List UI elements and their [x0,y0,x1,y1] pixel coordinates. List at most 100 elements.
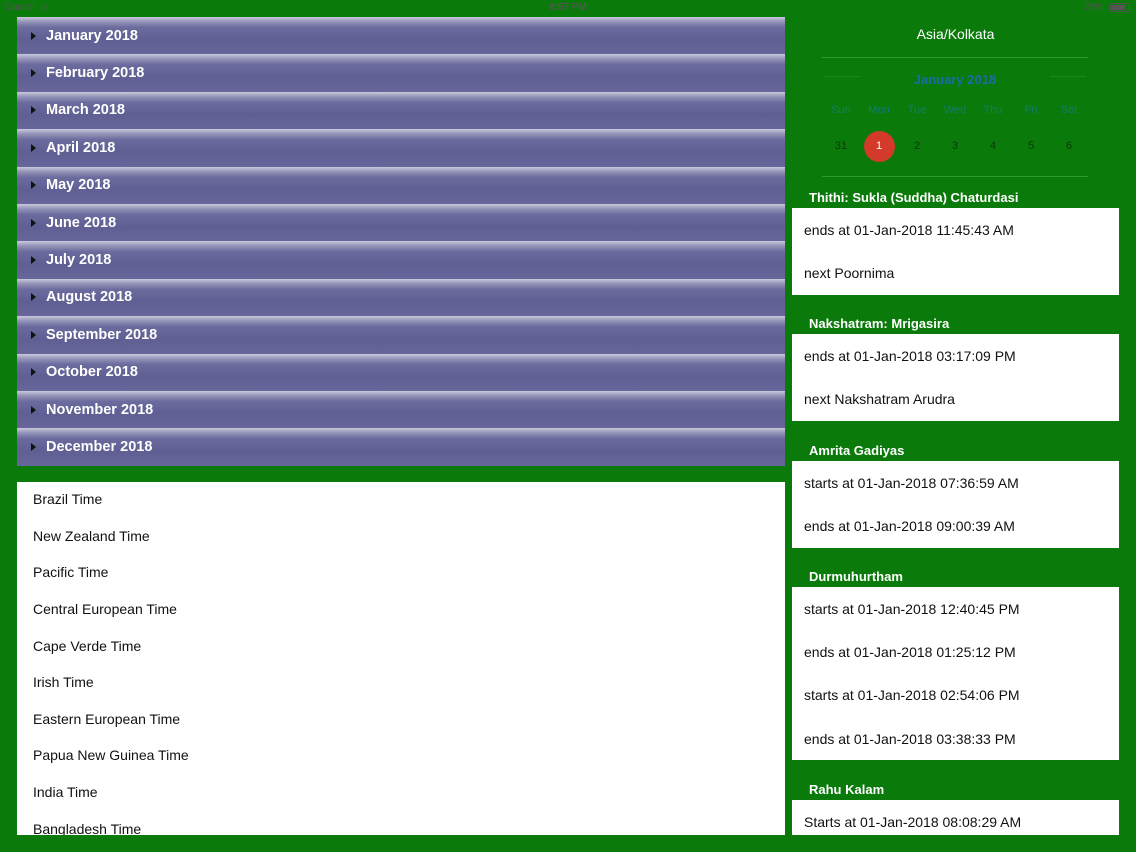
disclosure-arrow-icon [31,69,36,78]
section-title: Amrita Gadiyas [809,443,905,458]
next-month-button[interactable] [1050,76,1086,77]
weekday-label: Mon [868,104,890,116]
list-item[interactable]: Bangladesh Time [17,810,785,835]
weekday-label: Sat [1060,104,1078,116]
calendar-day[interactable]: 5 [1012,131,1050,161]
calendar-day[interactable]: 31 [822,131,860,161]
list-item[interactable]: Cape Verde Time [17,627,785,664]
timezone-title: Asia/Kolkata [916,26,995,42]
month-label: January 2018 [46,27,138,44]
battery-icon [1110,2,1130,12]
month-row-march[interactable]: March 2018 [17,91,785,130]
info-row: ends at 01-Jan-2018 03:38:33 PM [804,730,1016,747]
month-list: January 2018 February 2018 March 2018 Ap… [17,17,785,466]
durmuhurtham-section: Durmuhurtham starts at 01-Jan-2018 12:40… [792,569,1119,761]
month-row-july[interactable]: July 2018 [17,241,785,279]
month-row-september[interactable]: September 2018 [17,316,785,354]
calendar-week-row: 31 1 2 3 4 5 6 [822,131,1088,162]
calendar-day[interactable]: 2 [898,131,936,161]
amrita-gadiyas-section: Amrita Gadiyas starts at 01-Jan-2018 07:… [792,443,1119,548]
month-label: February 2018 [46,65,145,82]
rahu-kalam-section: Rahu Kalam Starts at 01-Jan-2018 08:08:2… [792,782,1119,835]
list-item[interactable]: Pacific Time [17,554,785,591]
month-row-may[interactable]: May 2018 [17,166,785,204]
section-card: starts at 01-Jan-2018 12:40:45 PM ends a… [792,587,1119,761]
month-row-april[interactable]: April 2018 [17,129,785,167]
status-bar: Carrier ◎ 9:57 PM 76% [0,0,1136,16]
month-row-february[interactable]: February 2018 [17,54,785,92]
info-row: starts at 01-Jan-2018 12:40:45 PM [804,600,1020,617]
month-row-november[interactable]: November 2018 [17,390,785,429]
section-title: Thithi: Sukla (Suddha) Chaturdasi [809,190,1019,205]
battery-indicator: 76% [1084,2,1130,13]
month-label: March 2018 [46,102,125,119]
calendar-day[interactable]: 3 [936,131,974,161]
month-label: October 2018 [46,364,138,381]
info-row: Starts at 01-Jan-2018 08:08:29 AM [804,813,1022,830]
list-item[interactable]: Papua New Guinea Time [17,737,785,774]
month-label: May 2018 [46,177,111,194]
info-row: starts at 01-Jan-2018 02:54:06 PM [804,687,1020,704]
section-title: Durmuhurtham [809,569,903,584]
month-row-june[interactable]: June 2018 [17,203,785,242]
month-label: June 2018 [46,214,117,231]
weekday-label: Wed [943,104,967,116]
list-item[interactable]: New Zealand Time [17,518,785,555]
calendar-month-label: January 2018 [913,72,997,87]
info-row: ends at 01-Jan-2018 09:00:39 AM [804,517,1015,534]
disclosure-arrow-icon [31,106,36,115]
list-item[interactable]: Brazil Time [17,482,785,518]
section-card: starts at 01-Jan-2018 07:36:59 AM ends a… [792,461,1119,548]
info-row: ends at 01-Jan-2018 11:45:43 AM [804,221,1014,238]
weekday-label: Fri [1024,104,1038,116]
disclosure-arrow-icon [31,143,36,152]
disclosure-arrow-icon [31,330,36,339]
section-card: ends at 01-Jan-2018 03:17:09 PM next Nak… [792,334,1119,421]
info-row: ends at 01-Jan-2018 03:17:09 PM [804,347,1016,364]
weekday-label: Tue [907,104,927,116]
month-label: August 2018 [46,289,133,306]
disclosure-arrow-icon [31,442,36,451]
weekday-label: Thu [983,104,1003,116]
list-item[interactable]: Eastern European Time [17,701,785,738]
month-label: April 2018 [46,139,116,156]
month-label: November 2018 [46,401,154,418]
weekday-label: Sun [831,104,851,116]
section-title: Rahu Kalam [809,782,885,797]
info-row: next Nakshatram Arudra [804,390,955,407]
section-title: Nakshatram: Mrigasira [809,316,950,331]
info-row: next Poornima [804,264,895,281]
disclosure-arrow-icon [31,293,36,302]
month-row-october[interactable]: October 2018 [17,353,785,391]
disclosure-arrow-icon [31,256,36,265]
disclosure-arrow-icon [31,181,36,190]
disclosure-arrow-icon [31,218,36,227]
month-label: September 2018 [46,326,158,343]
disclosure-arrow-icon [31,368,36,377]
list-item[interactable]: Central European Time [17,591,785,628]
timezone-list[interactable]: Brazil Time New Zealand Time Pacific Tim… [17,482,785,835]
calendar-header: January 2018 [822,70,1088,90]
calendar-day[interactable]: 6 [1050,131,1088,161]
thithi-section: Thithi: Sukla (Suddha) Chaturdasi ends a… [792,190,1119,295]
section-card: ends at 01-Jan-2018 11:45:43 AM next Poo… [792,208,1119,295]
nakshatram-section: Nakshatram: Mrigasira ends at 01-Jan-201… [792,316,1119,421]
calendar-day[interactable]: 4 [974,131,1012,161]
weekday-header: Sun Mon Tue Wed Thu Fri Sat [822,104,1088,116]
month-row-december[interactable]: December 2018 [17,428,785,466]
month-row-january[interactable]: January 2018 [17,17,785,55]
list-item[interactable]: India Time [17,774,785,811]
list-item[interactable]: Irish Time [17,664,785,701]
month-row-august[interactable]: August 2018 [17,278,785,317]
disclosure-arrow-icon [31,405,36,414]
info-row: starts at 01-Jan-2018 07:36:59 AM [804,474,1019,491]
month-label: December 2018 [46,438,153,455]
calendar-day-selected[interactable]: 1 [860,131,898,162]
divider [822,57,1088,58]
section-card: Starts at 01-Jan-2018 08:08:29 AM [792,800,1119,835]
divider [822,176,1088,177]
selected-day-label: 1 [875,140,883,152]
battery-percent: 76% [1084,2,1105,13]
info-row: ends at 01-Jan-2018 01:25:12 PM [804,643,1016,660]
status-time: 9:57 PM [549,2,587,13]
